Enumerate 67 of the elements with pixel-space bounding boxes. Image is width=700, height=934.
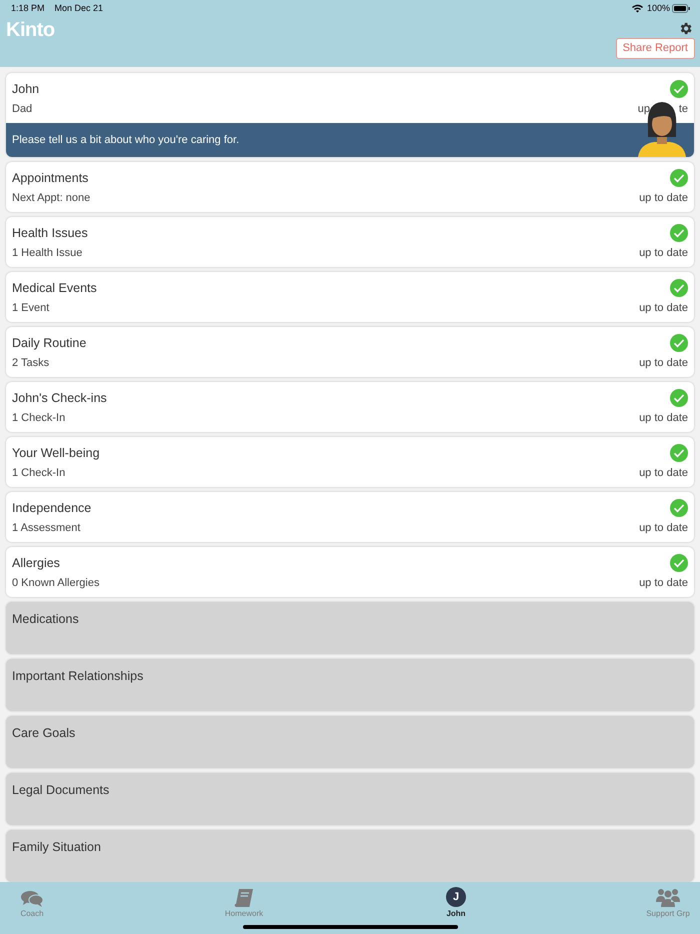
section-title: John's Check-ins: [12, 391, 107, 406]
section-detail: 1 Check-In: [12, 411, 66, 426]
section-detail: 2 Tasks: [12, 356, 50, 370]
status-text: up: [638, 102, 650, 116]
settings-icon[interactable]: [678, 21, 693, 36]
app-logo: Kinto: [6, 18, 55, 43]
section-title: Appointments: [12, 171, 88, 186]
battery-percent: 100%: [646, 2, 670, 15]
book-icon: [234, 887, 254, 908]
status-text: up to date: [639, 466, 688, 480]
section-title: Health Issues: [12, 226, 88, 242]
section-title: Daily Routine: [12, 336, 86, 352]
check-icon: [670, 499, 688, 518]
wifi-icon: [632, 4, 643, 13]
section-title: Legal Documents: [12, 783, 110, 798]
status-text: up to date: [639, 301, 688, 316]
status-text: up to date: [639, 356, 688, 370]
section-detail: Next Appt: none: [12, 191, 90, 206]
section-card[interactable]: John's Check-ins 1 Check-In up to date: [6, 382, 694, 432]
section-detail: Dad: [12, 102, 32, 116]
coach-message: Please tell us a bit about who you're caring for.: [12, 133, 240, 148]
check-icon: [670, 224, 688, 242]
section-detail: 1 Event: [12, 301, 50, 316]
status-date: Mon Dec 21: [54, 2, 104, 15]
check-icon: [670, 334, 688, 352]
status-text: up to date: [639, 521, 688, 536]
section-title: Allergies: [12, 556, 60, 572]
check-icon: [670, 169, 688, 188]
empty-section-card[interactable]: Legal Documents: [6, 773, 694, 826]
empty-section-card[interactable]: Family Situation: [6, 830, 694, 882]
section-card[interactable]: Allergies 0 Known Allergies up to date: [6, 547, 694, 598]
section-title: Family Situation: [12, 840, 101, 856]
section-card[interactable]: Health Issues 1 Health Issue up to date: [6, 217, 694, 268]
section-detail: 1 Assessment: [12, 521, 80, 536]
empty-section-card[interactable]: Important Relationships: [6, 659, 694, 712]
empty-section-card[interactable]: Care Goals: [6, 716, 694, 768]
status-time: 1:18 PM: [11, 2, 45, 15]
status-text: up to date: [639, 191, 688, 206]
battery-icon: [672, 4, 690, 13]
section-card[interactable]: John Dad Please tell us a bit about who you're caring for. up te: [6, 73, 694, 158]
status-text: up to date: [639, 411, 688, 426]
section-title: Important Relationships: [12, 669, 144, 684]
section-title: Care Goals: [12, 726, 76, 742]
section-detail: 1 Health Issue: [12, 246, 82, 260]
section-title: Medications: [12, 612, 79, 628]
status-text: te: [678, 102, 688, 116]
section-card[interactable]: Appointments Next Appt: none up to date: [6, 162, 694, 212]
section-card[interactable]: Daily Routine 2 Tasks up to date: [6, 327, 694, 378]
check-icon: [670, 554, 688, 572]
status-text: up to date: [639, 246, 688, 260]
section-title: Medical Events: [12, 281, 97, 296]
check-icon: [670, 80, 688, 98]
section-title: Independence: [12, 501, 92, 516]
status-text: up to date: [639, 576, 688, 590]
section-detail: 0 Known Allergies: [12, 576, 100, 590]
check-icon: [670, 279, 688, 298]
avatar-icon: J: [446, 887, 466, 908]
check-icon: [670, 389, 688, 408]
section-detail: 1 Check-In: [12, 466, 66, 480]
section-card[interactable]: Independence 1 Assessment up to date: [6, 492, 694, 542]
section-card[interactable]: Medical Events 1 Event up to date: [6, 272, 694, 322]
section-title: John: [12, 82, 40, 98]
section-card[interactable]: Your Well-being 1 Check-In up to date: [6, 437, 694, 488]
section-title: Your Well-being: [12, 446, 100, 462]
people-group-icon: [656, 887, 680, 908]
empty-section-card[interactable]: Medications: [6, 602, 694, 654]
check-icon: [670, 444, 688, 462]
